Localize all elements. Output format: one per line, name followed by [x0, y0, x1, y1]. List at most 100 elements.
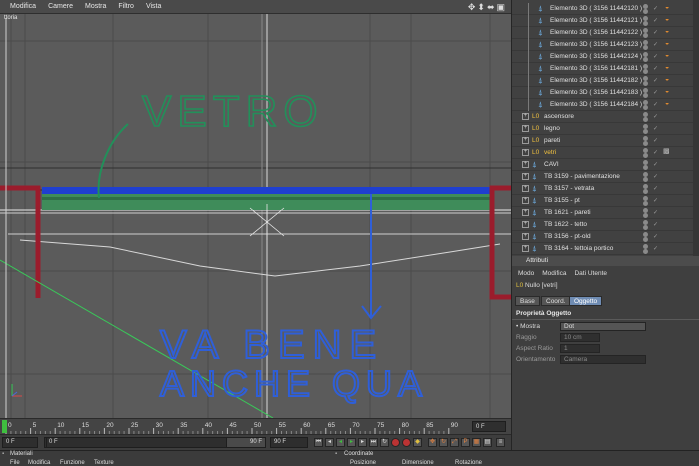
object-row[interactable]: + L0 pareti ✓	[512, 135, 699, 147]
enabled-check-icon[interactable]: ✓	[653, 149, 658, 156]
enabled-check-icon[interactable]: ✓	[653, 125, 658, 132]
enabled-check-icon[interactable]: ✓	[653, 161, 658, 168]
timeline-playhead[interactable]	[2, 420, 7, 433]
render-visibility-icon[interactable]	[643, 117, 648, 122]
render-visibility-icon[interactable]	[643, 237, 648, 242]
enabled-check-icon[interactable]: ✓	[653, 17, 658, 24]
prev-frame-button[interactable]: ◂	[325, 438, 334, 447]
texture-tag-icon[interactable]: ▩	[663, 148, 672, 156]
object-row[interactable]: + ⍋ TB 1621 - pareti ✓	[512, 207, 699, 219]
enabled-check-icon[interactable]: ✓	[653, 29, 658, 36]
render-visibility-icon[interactable]	[643, 33, 648, 38]
end-frame-slider[interactable]: 90 F	[226, 437, 266, 448]
tab-base[interactable]: Base	[515, 296, 540, 306]
record-button[interactable]	[391, 438, 400, 447]
enabled-check-icon[interactable]: ✓	[653, 113, 658, 120]
object-row[interactable]: ⍋ Elemento 3D ( 3156 11442183 ) ✓ ◒	[512, 87, 699, 99]
material-tag-icon[interactable]: ◒	[665, 64, 674, 72]
property-value[interactable]: 1	[560, 344, 600, 353]
hand-icon[interactable]: ✥	[468, 2, 476, 12]
object-row[interactable]: + ⍋ CAVI ✓	[512, 159, 699, 171]
move-key-icon[interactable]: ✥	[428, 438, 437, 447]
property-value[interactable]: Dot	[560, 322, 646, 331]
keyframe-button[interactable]: ◆	[413, 438, 422, 447]
enabled-check-icon[interactable]: ✓	[653, 197, 658, 204]
viewport[interactable]: Modifica Camere Mostra Filtro Vista ✥ ⬍ …	[0, 0, 511, 418]
object-manager[interactable]: ⍋ Elemento 3D ( 3156 11442120 ) ✓ ◒ ⍋ Element…	[511, 0, 699, 267]
current-frame-field[interactable]: 0 F	[2, 437, 38, 448]
enabled-check-icon[interactable]: ✓	[653, 173, 658, 180]
render-visibility-icon[interactable]	[643, 213, 648, 218]
attributes-menu-dati-utente[interactable]: Dati Utente	[574, 270, 607, 277]
object-manager-scrollbar[interactable]	[693, 0, 699, 256]
object-row[interactable]: + ⍋ TB 1622 - tetto ✓	[512, 219, 699, 231]
object-row[interactable]: + L0 ascensore ✓	[512, 111, 699, 123]
enabled-check-icon[interactable]: ✓	[653, 65, 658, 72]
expand-icon[interactable]: +	[522, 233, 529, 240]
render-visibility-icon[interactable]	[643, 201, 648, 206]
enabled-check-icon[interactable]: ✓	[653, 41, 658, 48]
viewport-menu-camere[interactable]: Camere	[48, 3, 73, 10]
materials-menu-texture[interactable]: Texture	[94, 460, 114, 466]
enabled-check-icon[interactable]: ✓	[653, 101, 658, 108]
render-visibility-icon[interactable]	[643, 57, 648, 62]
timeline-ruler[interactable]: 0 5 10 15 20 25 30 35 40 45 50 55 60 65 70 75 80 85 90	[0, 419, 470, 434]
material-tag-icon[interactable]: ◒	[665, 52, 674, 60]
expand-icon[interactable]: +	[522, 113, 529, 120]
maximize-icon[interactable]: ▣	[496, 2, 505, 12]
tab-coord[interactable]: Coord.	[541, 296, 571, 306]
object-row[interactable]: ⍋ Elemento 3D ( 3156 11442182 ) ✓ ◒	[512, 75, 699, 87]
render-visibility-icon[interactable]	[643, 45, 648, 50]
play-button[interactable]: ▸	[347, 438, 356, 447]
enabled-check-icon[interactable]: ✓	[653, 233, 658, 240]
enabled-check-icon[interactable]: ✓	[653, 221, 658, 228]
loop-button[interactable]: ↻	[380, 438, 389, 447]
enabled-check-icon[interactable]: ✓	[653, 245, 658, 252]
render-visibility-icon[interactable]	[643, 69, 648, 74]
expand-icon[interactable]: +	[522, 173, 529, 180]
material-tag-icon[interactable]: ◒	[665, 76, 674, 84]
object-row[interactable]: + L0 vetri ✓ ▩	[512, 147, 699, 159]
expand-icon[interactable]: +	[522, 209, 529, 216]
object-row[interactable]: + ⍋ TB 3157 - vetrata ✓	[512, 183, 699, 195]
render-visibility-icon[interactable]	[643, 141, 648, 146]
enabled-check-icon[interactable]: ✓	[653, 209, 658, 216]
materials-menu-funzione[interactable]: Funzione	[60, 460, 85, 466]
materials-menu-file[interactable]: File	[10, 460, 20, 466]
property-value[interactable]: Camera	[560, 355, 646, 364]
tab-oggetto[interactable]: Oggetto	[569, 296, 603, 306]
material-tag-icon[interactable]: ◒	[665, 88, 674, 96]
timeline-end-field[interactable]: 0 F	[472, 421, 506, 432]
object-row[interactable]: ⍋ Elemento 3D ( 3156 11442184 ) ✓ ◒	[512, 99, 699, 111]
render-visibility-icon[interactable]	[643, 9, 648, 14]
enabled-check-icon[interactable]: ✓	[653, 185, 658, 192]
move-icon[interactable]: ⬍	[477, 2, 485, 12]
material-tag-icon[interactable]: ◒	[665, 16, 674, 24]
viewport-menu-vista[interactable]: Vista	[146, 3, 161, 10]
render-visibility-icon[interactable]	[643, 249, 648, 254]
object-row[interactable]: + ⍋ TB 3159 - pavimentazione ✓	[512, 171, 699, 183]
object-row[interactable]: ⍋ Elemento 3D ( 3156 11442120 ) ✓ ◒	[512, 3, 699, 15]
play-back-button[interactable]: ◂	[336, 438, 345, 447]
render-visibility-icon[interactable]	[643, 21, 648, 26]
enabled-check-icon[interactable]: ✓	[653, 137, 658, 144]
expand-icon[interactable]: +	[522, 161, 529, 168]
expand-icon[interactable]: +	[522, 149, 529, 156]
last-frame-button[interactable]: ⏭	[369, 438, 378, 447]
material-tag-icon[interactable]: ◒	[665, 100, 674, 108]
render-visibility-icon[interactable]	[643, 81, 648, 86]
first-frame-button[interactable]: ⏮	[314, 438, 323, 447]
render-visibility-icon[interactable]	[643, 177, 648, 182]
object-row[interactable]: + ⍋ TB 3156 - pt-old ✓	[512, 231, 699, 243]
autokey-button[interactable]	[402, 438, 411, 447]
object-row[interactable]: + L0 legno ✓	[512, 123, 699, 135]
enabled-check-icon[interactable]: ✓	[653, 89, 658, 96]
object-row[interactable]: + ⍋ TB 3155 - pt ✓	[512, 195, 699, 207]
object-row[interactable]: ⍋ Elemento 3D ( 3156 11442181 ) ✓ ◒	[512, 63, 699, 75]
render-visibility-icon[interactable]	[643, 105, 648, 110]
viewport-menu-filtro[interactable]: Filtro	[118, 3, 134, 10]
expand-icon[interactable]: +	[522, 221, 529, 228]
object-row[interactable]: ⍋ Elemento 3D ( 3156 11442123 ) ✓ ◒	[512, 39, 699, 51]
param-key-icon[interactable]: P	[461, 438, 470, 447]
viewport-menu-mostra[interactable]: Mostra	[85, 3, 106, 10]
